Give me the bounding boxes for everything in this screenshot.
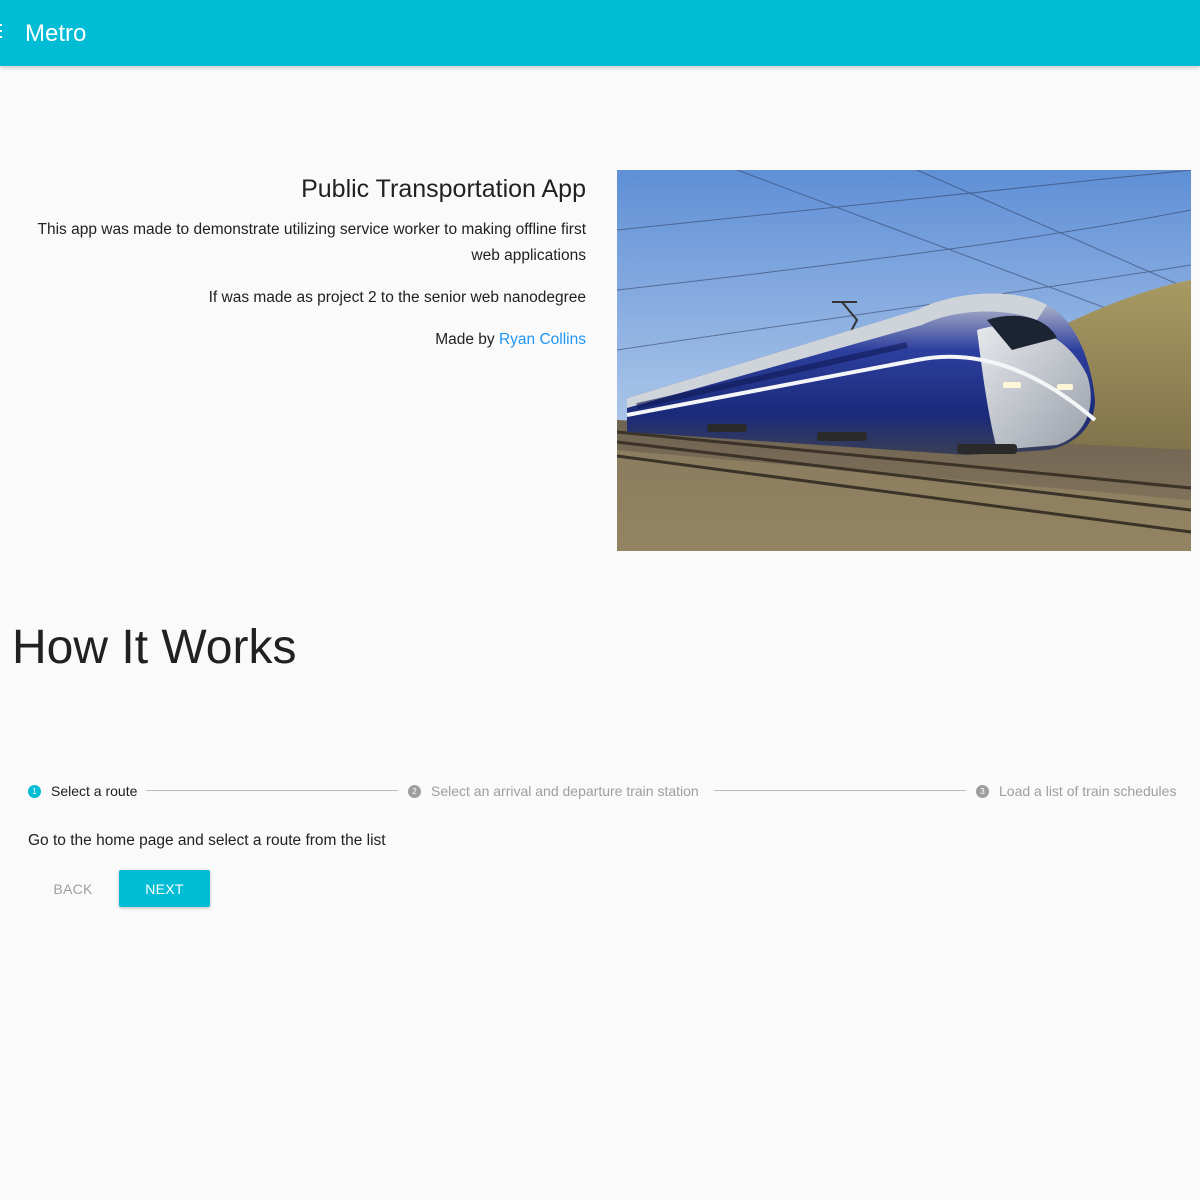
back-button[interactable]: BACK — [42, 870, 104, 907]
step-2[interactable]: 2 Select an arrival and departure train … — [408, 778, 699, 804]
intro-description: This app was made to demonstrate utilizi… — [37, 221, 586, 264]
stepper: 1 Select a route 2 Select an arrival and… — [28, 778, 1178, 804]
made-by-line: Made by Ryan Collins — [20, 327, 586, 353]
step-2-label: Select an arrival and departure train st… — [431, 783, 699, 799]
step-3[interactable]: 3 Load a list of train schedules — [976, 778, 1176, 804]
step-2-number: 2 — [408, 784, 421, 798]
step-3-number: 3 — [976, 784, 989, 798]
step-connector — [146, 790, 398, 791]
hamburger-menu-icon[interactable] — [0, 24, 4, 42]
step-1-label: Select a route — [51, 783, 138, 799]
next-button[interactable]: NEXT — [119, 870, 210, 907]
intro-project-note: If was made as project 2 to the senior w… — [208, 289, 586, 306]
made-by-label: Made by — [435, 331, 495, 348]
step-connector — [714, 790, 966, 791]
app-title: Metro — [25, 20, 87, 47]
step-1-number: 1 — [28, 784, 41, 798]
intro-section: Public Transportation App This app was m… — [20, 170, 586, 369]
step-content: Go to the home page and select a route f… — [28, 832, 386, 849]
intro-title: Public Transportation App — [301, 175, 586, 203]
train-photo — [617, 170, 1191, 551]
app-bar: Metro — [0, 0, 1200, 66]
step-1[interactable]: 1 Select a route — [28, 778, 137, 804]
how-it-works-title: How It Works — [12, 621, 297, 674]
step-3-label: Load a list of train schedules — [999, 783, 1177, 799]
author-link[interactable]: Ryan Collins — [499, 331, 586, 348]
